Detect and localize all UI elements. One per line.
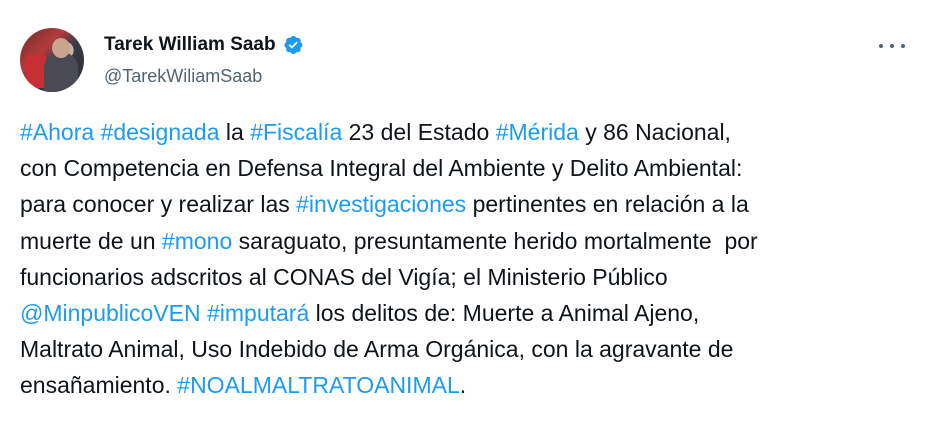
hashtag-link[interactable]: #imputará bbox=[207, 300, 309, 326]
tweet-card: Tarek William Saab @TarekWiliamSaab #Aho… bbox=[0, 0, 927, 428]
tweet-text-line: #Ahora #designada la #Fiscalía 23 del Es… bbox=[20, 114, 910, 150]
tweet-text-segment: con Competencia en Defensa Integral del … bbox=[20, 155, 743, 182]
tweet-text-line: para conocer y realizar las #investigaci… bbox=[20, 186, 910, 222]
avatar-background-flag bbox=[26, 54, 46, 88]
verified-badge-icon bbox=[284, 36, 303, 54]
tweet-text-line: Maltrato Animal, Uso Indebido de Arma Or… bbox=[20, 331, 910, 367]
tweet-text-segment: para conocer y realizar las bbox=[20, 191, 297, 218]
avatar-person-body bbox=[44, 52, 78, 92]
tweet-text-line: muerte de un #mono saraguato, presuntame… bbox=[20, 223, 910, 259]
hashtag-link[interactable]: #Ahora bbox=[20, 119, 94, 145]
mention-link[interactable]: @MinpublicoVEN bbox=[20, 300, 201, 326]
tweet-text-segment: y 86 Nacional, bbox=[578, 119, 731, 145]
author-name-row: Tarek William Saab bbox=[104, 33, 304, 57]
tweet-text-segment: funcionarios adscritos al CONAS del Vigí… bbox=[20, 263, 668, 290]
tweet-text-segment: saraguato, presuntamente herido mortalme… bbox=[232, 227, 758, 254]
more-dot bbox=[901, 44, 905, 48]
tweet-text: #Ahora #designada la #Fiscalía 23 del Es… bbox=[20, 114, 910, 404]
more-horizontal-icon[interactable] bbox=[879, 36, 905, 56]
tweet-text-segment: ensañamiento. bbox=[20, 372, 178, 399]
tweet-text-segment: los delitos de: Muerte a Animal Ajeno, bbox=[309, 300, 700, 327]
tweet-text-line: funcionarios adscritos al CONAS del Vigí… bbox=[20, 259, 910, 295]
tweet-text-segment: 23 del Estado bbox=[342, 119, 496, 145]
more-dot bbox=[879, 44, 883, 48]
tweet-text-segment: Maltrato Animal, Uso Indebido de Arma Or… bbox=[20, 336, 734, 363]
author-handle[interactable]: @TarekWiliamSaab bbox=[104, 64, 262, 88]
tweet-text-line: @MinpublicoVEN #imputará los delitos de:… bbox=[20, 295, 910, 331]
tweet-text-line: ensañamiento. #NOALMALTRATOANIMAL. bbox=[20, 367, 910, 403]
hashtag-link[interactable]: #mono bbox=[162, 228, 232, 254]
avatar-person-head bbox=[52, 38, 70, 58]
avatar[interactable] bbox=[20, 28, 84, 92]
tweet-text-segment: la bbox=[219, 119, 251, 145]
tweet-text-line: con Competencia en Defensa Integral del … bbox=[20, 150, 910, 186]
tweet-text-segment: pertinentes en relación a la bbox=[466, 191, 749, 218]
hashtag-link[interactable]: #NOALMALTRATOANIMAL bbox=[177, 372, 459, 398]
hashtag-link[interactable]: #Mérida bbox=[496, 119, 579, 145]
author-display-name[interactable]: Tarek William Saab bbox=[104, 33, 276, 57]
hashtag-link[interactable]: #investigaciones bbox=[296, 191, 466, 217]
hashtag-link[interactable]: #Fiscalía bbox=[250, 119, 342, 145]
tweet-text-segment: . bbox=[459, 372, 467, 399]
tweet-text-segment: muerte de un bbox=[20, 227, 162, 254]
hashtag-link[interactable]: #designada bbox=[101, 119, 220, 145]
more-dot bbox=[890, 44, 894, 48]
